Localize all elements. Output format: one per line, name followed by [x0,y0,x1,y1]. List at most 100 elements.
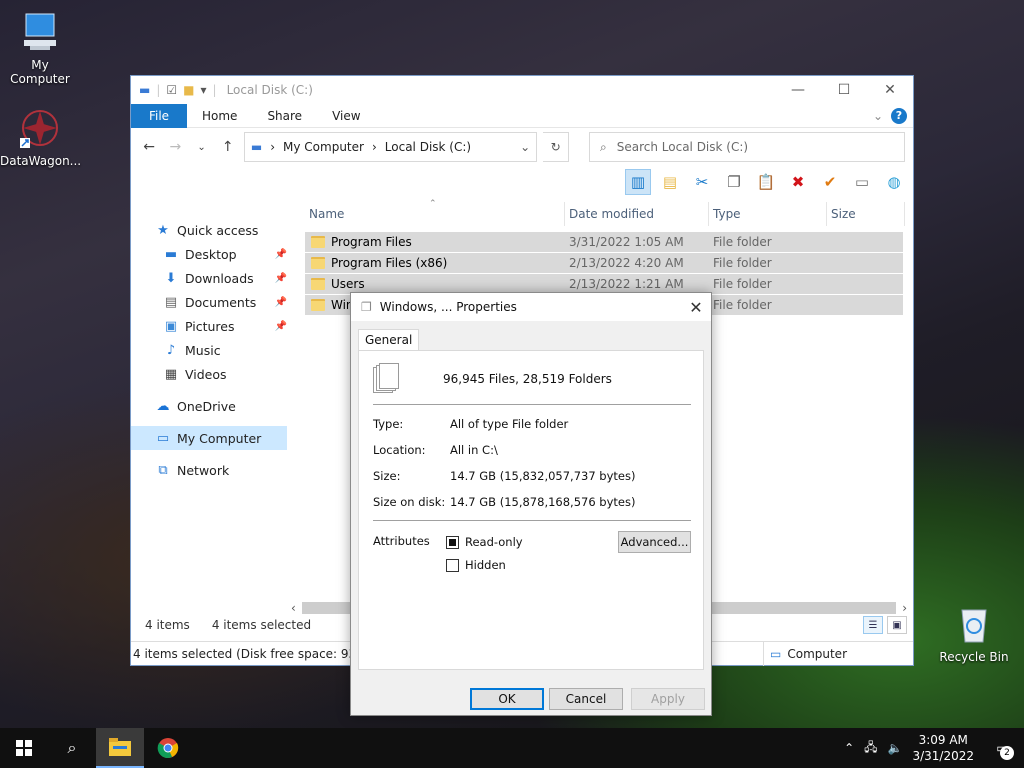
divider [373,520,691,521]
drive-icon: ▬ [139,83,151,97]
cut-icon[interactable]: ✂ [689,169,715,195]
new-folder-icon[interactable]: ■ [183,83,194,97]
network-globe-icon[interactable]: ◍ [881,169,907,195]
nav-item-desktop[interactable]: ▬ Desktop 📌 [131,242,301,266]
nav-item-music[interactable]: ♪ Music [131,338,301,362]
tab-home[interactable]: Home [187,104,252,128]
clock[interactable]: 3:09 AM 3/31/2022 [912,732,974,764]
tab-share[interactable]: Share [252,104,317,128]
breadcrumb-local-disk[interactable]: Local Disk (C:) [385,140,471,154]
checkmark-icon[interactable]: ✔ [817,169,843,195]
table-row[interactable]: Program Files (x86) 2/13/2022 4:20 AM Fi… [305,253,903,274]
files-folders-summary: 96,945 Files, 28,519 Folders [443,372,612,386]
advanced-button[interactable]: Advanced... [618,531,691,553]
desktop-icon-recycle-bin[interactable]: Recycle Bin [934,602,1014,664]
windows-logo-icon [16,740,32,756]
dialog-titlebar: ❐ Windows, ... Properties ✕ [351,293,711,321]
nav-item-downloads[interactable]: ⬇ Downloads 📌 [131,266,301,290]
nav-my-computer[interactable]: ▭ My Computer [131,426,287,450]
close-icon[interactable]: ✕ [681,298,711,317]
recycle-bin-icon [952,602,996,646]
cloud-icon: ☁ [156,398,170,414]
prop-size-on-disk: Size on disk: 14.7 GB (15,878,168,576 byt… [373,495,636,509]
search-icon: ⌕ [67,738,77,757]
copy-icon[interactable]: ❐ [721,169,747,195]
attributes-label: Attributes [373,534,430,548]
search-input[interactable]: ⌕ Search Local Disk (C:) [589,132,906,162]
details-view-icon[interactable]: ☰ [863,616,883,634]
table-row[interactable]: Program Files 3/31/2022 1:05 AM File fol… [305,232,903,253]
file-name: Program Files [331,235,412,249]
folder-icon [311,257,325,269]
notification-button[interactable]: ▭ 2 [984,728,1020,768]
desktop-icon-my-computer[interactable]: My Computer [0,10,80,86]
paste-icon[interactable]: 📋 [753,169,779,195]
clock-time: 3:09 AM [918,733,968,747]
tab-file[interactable]: File [131,103,187,128]
music-icon: ♪ [166,342,176,358]
preview-pane-icon[interactable]: ▥ [625,169,651,195]
readonly-checkbox[interactable]: Read-only [446,535,523,549]
new-folder-dropdown-icon[interactable]: ▤ [657,169,683,195]
star-icon: ★ [157,222,169,238]
network-icon[interactable]: 🖧 [864,738,877,759]
multiple-files-icon [373,363,401,395]
expand-ribbon-icon[interactable]: ⌄ [873,109,883,123]
search-placeholder: Search Local Disk (C:) [616,140,749,154]
search-button[interactable]: ⌕ [48,728,96,768]
pin-icon: 📌 [274,272,287,284]
column-headers: ⌃ Name Date modified Type Size [305,199,913,226]
tab-view[interactable]: View [317,104,375,128]
file-date: 3/31/2022 1:05 AM [569,235,684,249]
address-dropdown-icon[interactable]: ⌄ [520,140,530,154]
prop-location: Location: All in C:\ [373,443,498,457]
quick-access-toolbar: ▬ | ☑ ■ ▾ | [139,83,217,97]
nav-item-pictures[interactable]: ▣ Pictures 📌 [131,314,301,338]
refresh-button[interactable]: ↻ [543,132,569,162]
dialog-title: Windows, ... Properties [379,300,517,314]
breadcrumb-my-computer[interactable]: My Computer [283,140,364,154]
pin-icon: 📌 [274,248,287,260]
folder-icon [311,278,325,290]
cancel-button[interactable]: Cancel [549,688,623,710]
delete-icon[interactable]: ✖ [785,169,811,195]
column-size[interactable]: Size [827,202,905,226]
forward-button[interactable]: → [165,139,185,155]
videos-icon: ▦ [164,366,178,382]
maximize-button[interactable]: ☐ [821,76,867,104]
recent-locations-icon[interactable]: ⌄ [191,142,211,153]
nav-quick-access[interactable]: ★ Quick access [131,218,301,242]
item-count: 4 items [145,618,190,632]
column-type[interactable]: Type [709,202,827,226]
nav-onedrive[interactable]: ☁ OneDrive [131,394,301,418]
help-icon[interactable]: ? [891,107,907,124]
up-button[interactable]: ↑ [218,139,238,155]
navigation-pane: ★ Quick access ▬ Desktop 📌 ⬇ Downloads 📌… [131,202,301,605]
customize-dropdown-icon[interactable]: ▾ [201,83,207,97]
volume-icon[interactable]: 🔈 [888,741,903,755]
column-date-modified[interactable]: Date modified [565,202,709,226]
ribbon-tabs: File Home Share View ⌄ ? [131,103,913,128]
prop-size: Size: 14.7 GB (15,832,057,737 bytes) [373,469,636,483]
taskbar-chrome[interactable] [144,728,192,768]
start-button[interactable] [0,728,48,768]
rename-icon[interactable]: ▭ [849,169,875,195]
back-button[interactable]: ← [139,139,159,155]
tab-general[interactable]: General [358,329,420,351]
address-bar[interactable]: ▬ › My Computer › Local Disk (C:) ⌄ [243,132,538,162]
properties-icon[interactable]: ☑ [166,83,177,97]
ok-button[interactable]: OK [470,688,544,710]
chevron-up-icon[interactable]: ⌃ [844,741,854,755]
minimize-button[interactable]: — [775,76,821,104]
desktop-icon-datawagon[interactable]: DataWagon... [0,106,81,168]
hidden-checkbox[interactable]: Hidden [446,558,506,572]
close-button[interactable]: ✕ [867,76,913,104]
nav-item-videos[interactable]: ▦ Videos [131,362,301,386]
nav-item-documents[interactable]: ▤ Documents 📌 [131,290,301,314]
taskbar-file-explorer[interactable] [96,728,144,768]
nav-network[interactable]: ⧉ Network [131,458,301,482]
apply-button[interactable]: Apply [631,688,705,710]
document-icon: ▤ [164,294,178,310]
large-icons-view-icon[interactable]: ▣ [887,616,907,634]
system-tray: ⌃ 🖧 🔈 3:09 AM 3/31/2022 ▭ 2 [844,728,1024,768]
